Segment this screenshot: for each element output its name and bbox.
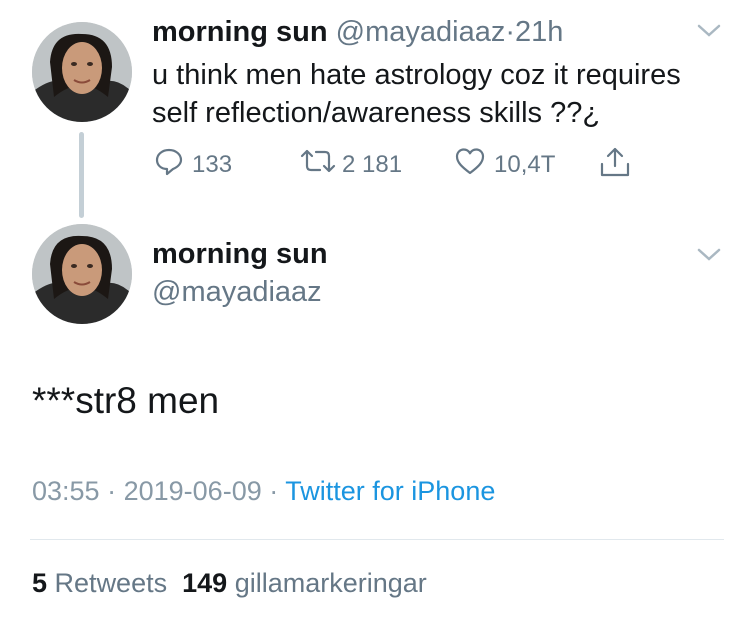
retweet-count: 2 181 (342, 150, 403, 178)
tweet-stats: 5 Retweets 149 gillamarkeringar (32, 568, 427, 599)
retweet-button[interactable]: 2 181 (298, 146, 402, 183)
chevron-down-icon[interactable] (696, 22, 722, 45)
thread-line (79, 132, 84, 218)
separator: · (269, 476, 279, 506)
avatar[interactable] (32, 224, 132, 324)
like-count: 10,4T (494, 150, 556, 178)
separator: · (505, 16, 516, 48)
source-link[interactable]: Twitter for iPhone (285, 476, 495, 506)
separator: · (107, 476, 117, 506)
tweet-date: 2019-06-09 (123, 476, 262, 506)
reply-icon (154, 146, 184, 183)
tweet-time: 03:55 (32, 476, 100, 506)
display-name[interactable]: morning sun (152, 238, 328, 271)
avatar[interactable] (32, 22, 132, 122)
likes-stat[interactable]: 149 gillamarkeringar (182, 568, 427, 598)
reply-button[interactable]: 133 (154, 146, 232, 183)
heart-icon (454, 146, 486, 183)
reply-count: 133 (192, 150, 233, 178)
share-icon[interactable] (598, 146, 632, 183)
retweet-icon (298, 146, 338, 183)
chevron-down-icon[interactable] (696, 246, 722, 269)
like-label: gillamarkeringar (234, 568, 427, 598)
like-total: 149 (182, 568, 228, 598)
timestamp[interactable]: 21h (515, 16, 563, 48)
tweet-text-line: self reflection/awareness skills ??¿ (152, 97, 601, 129)
handle[interactable]: @mayadiaaz (336, 16, 506, 48)
tweet-text-line: u think men hate astrology coz it requir… (152, 59, 681, 91)
tweet-meta: 03:55 · 2019-06-09 · Twitter for iPhone (32, 476, 495, 507)
tweet-text: ***str8 men (32, 380, 220, 421)
divider (30, 539, 724, 540)
handle[interactable]: @mayadiaaz (152, 276, 322, 309)
retweet-label: Retweets (54, 568, 168, 598)
like-button[interactable]: 10,4T (454, 146, 555, 183)
retweet-total: 5 (32, 568, 48, 598)
display-name[interactable]: morning sun (152, 16, 328, 48)
tweet-text: u think men hate astrology coz it requir… (152, 56, 681, 132)
tweet-header: morning sun @mayadiaaz·21h (152, 16, 563, 49)
retweets-stat[interactable]: 5 Retweets (32, 568, 167, 598)
